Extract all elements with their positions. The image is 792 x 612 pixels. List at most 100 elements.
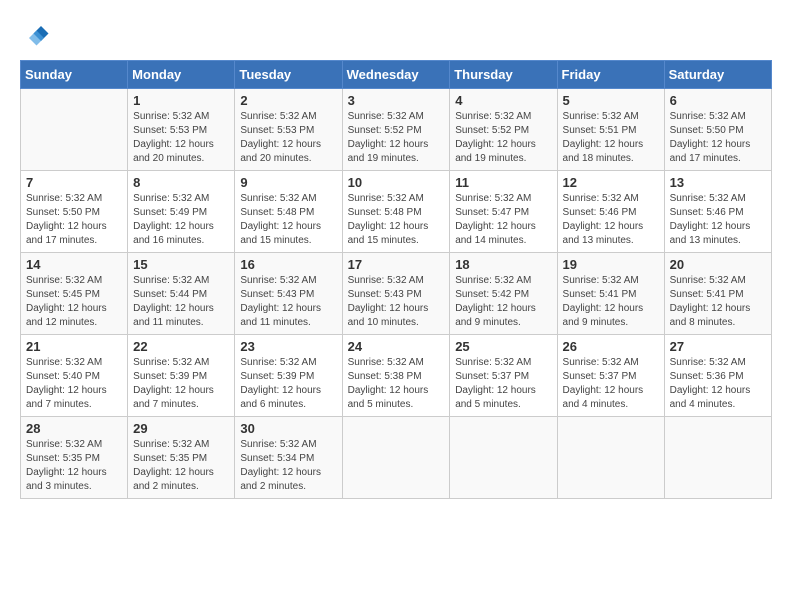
day-info: Sunrise: 5:32 AM Sunset: 5:37 PM Dayligh… xyxy=(563,356,659,412)
day-header-tuesday: Tuesday xyxy=(235,61,342,89)
day-number: 14 xyxy=(26,257,122,272)
calendar-cell xyxy=(21,89,128,171)
calendar-cell: 12 Sunrise: 5:32 AM Sunset: 5:46 PM Dayli… xyxy=(557,171,664,253)
day-info: Sunrise: 5:32 AM Sunset: 5:52 PM Dayligh… xyxy=(455,110,551,166)
day-info: Sunrise: 5:32 AM Sunset: 5:44 PM Dayligh… xyxy=(133,274,229,330)
day-number: 5 xyxy=(563,93,659,108)
calendar-cell: 18 Sunrise: 5:32 AM Sunset: 5:42 PM Dayli… xyxy=(450,253,557,335)
calendar-cell: 25 Sunrise: 5:32 AM Sunset: 5:37 PM Dayli… xyxy=(450,335,557,417)
day-number: 18 xyxy=(455,257,551,272)
day-number: 6 xyxy=(670,93,766,108)
calendar-cell: 3 Sunrise: 5:32 AM Sunset: 5:52 PM Daylig… xyxy=(342,89,450,171)
calendar-cell: 24 Sunrise: 5:32 AM Sunset: 5:38 PM Dayli… xyxy=(342,335,450,417)
calendar-cell: 9 Sunrise: 5:32 AM Sunset: 5:48 PM Daylig… xyxy=(235,171,342,253)
day-info: Sunrise: 5:32 AM Sunset: 5:39 PM Dayligh… xyxy=(133,356,229,412)
day-number: 15 xyxy=(133,257,229,272)
calendar-cell xyxy=(664,417,771,499)
calendar-cell: 11 Sunrise: 5:32 AM Sunset: 5:47 PM Dayli… xyxy=(450,171,557,253)
logo-icon xyxy=(20,20,50,50)
calendar-week-row: 1 Sunrise: 5:32 AM Sunset: 5:53 PM Daylig… xyxy=(21,89,772,171)
day-info: Sunrise: 5:32 AM Sunset: 5:35 PM Dayligh… xyxy=(26,438,122,494)
calendar-cell: 14Sunrise: 5:32 AM Sunset: 5:45 PM Dayli… xyxy=(21,253,128,335)
day-info: Sunrise: 5:32 AM Sunset: 5:34 PM Dayligh… xyxy=(240,438,336,494)
day-header-saturday: Saturday xyxy=(664,61,771,89)
day-info: Sunrise: 5:32 AM Sunset: 5:53 PM Dayligh… xyxy=(133,110,229,166)
day-number: 26 xyxy=(563,339,659,354)
day-header-friday: Friday xyxy=(557,61,664,89)
day-number: 27 xyxy=(670,339,766,354)
day-number: 22 xyxy=(133,339,229,354)
day-info: Sunrise: 5:32 AM Sunset: 5:53 PM Dayligh… xyxy=(240,110,336,166)
day-header-sunday: Sunday xyxy=(21,61,128,89)
day-info: Sunrise: 5:32 AM Sunset: 5:52 PM Dayligh… xyxy=(348,110,445,166)
calendar-cell: 27 Sunrise: 5:32 AM Sunset: 5:36 PM Dayli… xyxy=(664,335,771,417)
day-info: Sunrise: 5:32 AM Sunset: 5:46 PM Dayligh… xyxy=(563,192,659,248)
calendar-header-row: SundayMondayTuesdayWednesdayThursdayFrid… xyxy=(21,61,772,89)
day-number: 13 xyxy=(670,175,766,190)
calendar-week-row: 28 Sunrise: 5:32 AM Sunset: 5:35 PM Dayli… xyxy=(21,417,772,499)
calendar-cell: 5 Sunrise: 5:32 AM Sunset: 5:51 PM Daylig… xyxy=(557,89,664,171)
calendar-week-row: 14Sunrise: 5:32 AM Sunset: 5:45 PM Dayli… xyxy=(21,253,772,335)
day-number: 10 xyxy=(348,175,445,190)
day-info: Sunrise: 5:32 AM Sunset: 5:41 PM Dayligh… xyxy=(670,274,766,330)
calendar-cell: 21Sunrise: 5:32 AM Sunset: 5:40 PM Dayli… xyxy=(21,335,128,417)
day-number: 17 xyxy=(348,257,445,272)
calendar-cell: 23 Sunrise: 5:32 AM Sunset: 5:39 PM Dayli… xyxy=(235,335,342,417)
calendar-cell: 29Sunrise: 5:32 AM Sunset: 5:35 PM Dayli… xyxy=(128,417,235,499)
calendar-cell: 28 Sunrise: 5:32 AM Sunset: 5:35 PM Dayli… xyxy=(21,417,128,499)
day-info: Sunrise: 5:32 AM Sunset: 5:36 PM Dayligh… xyxy=(670,356,766,412)
calendar-cell: 8 Sunrise: 5:32 AM Sunset: 5:49 PM Daylig… xyxy=(128,171,235,253)
day-info: Sunrise: 5:32 AM Sunset: 5:42 PM Dayligh… xyxy=(455,274,551,330)
calendar-table: SundayMondayTuesdayWednesdayThursdayFrid… xyxy=(20,60,772,499)
calendar-cell: 20 Sunrise: 5:32 AM Sunset: 5:41 PM Dayli… xyxy=(664,253,771,335)
calendar-cell: 7 Sunrise: 5:32 AM Sunset: 5:50 PM Daylig… xyxy=(21,171,128,253)
day-number: 30 xyxy=(240,421,336,436)
calendar-cell: 19 Sunrise: 5:32 AM Sunset: 5:41 PM Dayli… xyxy=(557,253,664,335)
day-number: 29 xyxy=(133,421,229,436)
day-number: 16 xyxy=(240,257,336,272)
day-info: Sunrise: 5:32 AM Sunset: 5:48 PM Dayligh… xyxy=(240,192,336,248)
calendar-cell xyxy=(450,417,557,499)
calendar-cell: 15 Sunrise: 5:32 AM Sunset: 5:44 PM Dayli… xyxy=(128,253,235,335)
day-number: 25 xyxy=(455,339,551,354)
day-info: Sunrise: 5:32 AM Sunset: 5:39 PM Dayligh… xyxy=(240,356,336,412)
day-header-monday: Monday xyxy=(128,61,235,89)
calendar-cell: 2 Sunrise: 5:32 AM Sunset: 5:53 PM Daylig… xyxy=(235,89,342,171)
day-number: 23 xyxy=(240,339,336,354)
day-info: Sunrise: 5:32 AM Sunset: 5:43 PM Dayligh… xyxy=(240,274,336,330)
calendar-cell xyxy=(342,417,450,499)
day-info: Sunrise: 5:32 AM Sunset: 5:38 PM Dayligh… xyxy=(348,356,445,412)
day-number: 12 xyxy=(563,175,659,190)
day-number: 2 xyxy=(240,93,336,108)
day-number: 20 xyxy=(670,257,766,272)
day-info: Sunrise: 5:32 AM Sunset: 5:37 PM Dayligh… xyxy=(455,356,551,412)
day-number: 11 xyxy=(455,175,551,190)
calendar-cell: 13Sunrise: 5:32 AM Sunset: 5:46 PM Dayli… xyxy=(664,171,771,253)
calendar-cell: 30 Sunrise: 5:32 AM Sunset: 5:34 PM Dayli… xyxy=(235,417,342,499)
day-number: 24 xyxy=(348,339,445,354)
day-info: Sunrise: 5:32 AM Sunset: 5:41 PM Dayligh… xyxy=(563,274,659,330)
calendar-cell: 6 Sunrise: 5:32 AM Sunset: 5:50 PM Daylig… xyxy=(664,89,771,171)
day-number: 8 xyxy=(133,175,229,190)
calendar-cell: 1 Sunrise: 5:32 AM Sunset: 5:53 PM Daylig… xyxy=(128,89,235,171)
day-info: Sunrise: 5:32 AM Sunset: 5:43 PM Dayligh… xyxy=(348,274,445,330)
day-number: 7 xyxy=(26,175,122,190)
day-info: Sunrise: 5:32 AM Sunset: 5:49 PM Dayligh… xyxy=(133,192,229,248)
day-number: 19 xyxy=(563,257,659,272)
day-info: Sunrise: 5:32 AM Sunset: 5:51 PM Dayligh… xyxy=(563,110,659,166)
day-info: Sunrise: 5:32 AM Sunset: 5:50 PM Dayligh… xyxy=(26,192,122,248)
calendar-cell: 22 Sunrise: 5:32 AM Sunset: 5:39 PM Dayli… xyxy=(128,335,235,417)
day-number: 28 xyxy=(26,421,122,436)
day-info: Sunrise: 5:32 AM Sunset: 5:50 PM Dayligh… xyxy=(670,110,766,166)
day-number: 3 xyxy=(348,93,445,108)
calendar-cell: 26 Sunrise: 5:32 AM Sunset: 5:37 PM Dayli… xyxy=(557,335,664,417)
day-info: Sunrise: 5:32 AM Sunset: 5:47 PM Dayligh… xyxy=(455,192,551,248)
page-header xyxy=(20,20,772,50)
calendar-week-row: 7 Sunrise: 5:32 AM Sunset: 5:50 PM Daylig… xyxy=(21,171,772,253)
calendar-cell: 17 Sunrise: 5:32 AM Sunset: 5:43 PM Dayli… xyxy=(342,253,450,335)
day-number: 9 xyxy=(240,175,336,190)
day-number: 1 xyxy=(133,93,229,108)
calendar-cell: 4 Sunrise: 5:32 AM Sunset: 5:52 PM Daylig… xyxy=(450,89,557,171)
calendar-cell xyxy=(557,417,664,499)
day-number: 4 xyxy=(455,93,551,108)
